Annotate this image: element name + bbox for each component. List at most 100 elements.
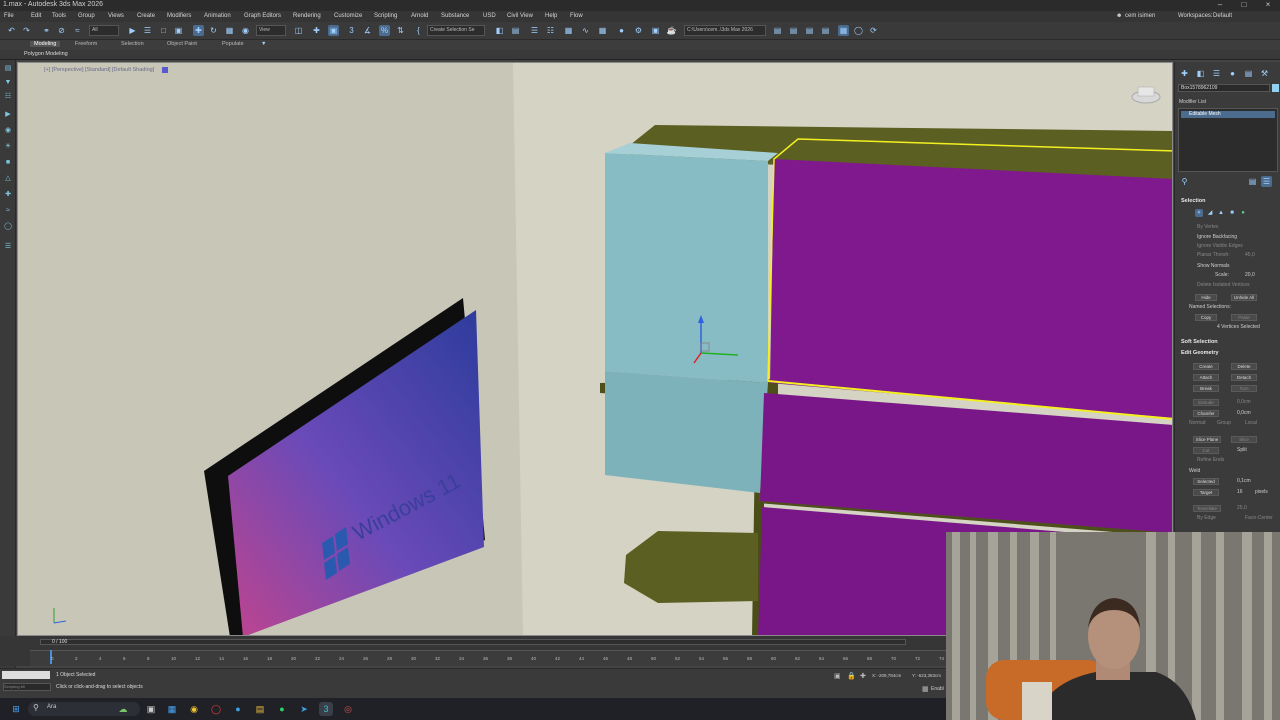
isolate-icon[interactable]: ▣ xyxy=(834,672,841,680)
spotify-icon[interactable]: ● xyxy=(275,702,289,716)
edge-mode-icon[interactable]: ◢ xyxy=(1206,209,1214,217)
render-setup-icon[interactable]: ⚙ xyxy=(633,25,644,36)
show-end-result-icon[interactable]: ☰ xyxy=(1261,176,1272,187)
explorer-icon-taskbar[interactable]: ▤ xyxy=(253,702,267,716)
turn-button[interactable]: Turn xyxy=(1231,385,1257,392)
named-selection-dropdown[interactable]: Create Selection Se xyxy=(427,25,485,36)
menu-substance[interactable]: Substance xyxy=(441,13,469,19)
weld-selected-value[interactable]: 0,1cm xyxy=(1237,478,1251,484)
open-file-icon[interactable]: ▤ xyxy=(772,25,783,36)
3dsmax-icon[interactable]: 3 xyxy=(319,702,333,716)
select-object-icon[interactable]: ▶ xyxy=(127,25,138,36)
grid-icon[interactable]: ▦ xyxy=(922,685,929,693)
motion-tab-icon[interactable]: ● xyxy=(1227,68,1238,79)
align-icon[interactable]: ▤ xyxy=(510,25,521,36)
create-tab-icon[interactable]: ✚ xyxy=(1179,68,1190,79)
unlink-icon[interactable]: ⊘ xyxy=(56,25,67,36)
modify-tab-icon[interactable]: ◧ xyxy=(1195,68,1206,79)
viewport-record-icon[interactable] xyxy=(162,67,168,73)
bone-icon[interactable]: ◯ xyxy=(3,222,13,232)
widgets-icon[interactable]: ☁ xyxy=(116,702,130,716)
archive-icon[interactable]: ▤ xyxy=(820,25,831,36)
face-center-radio[interactable]: Face-Center xyxy=(1245,515,1273,521)
element-mode-icon[interactable]: ● xyxy=(1239,209,1247,217)
viewport-label[interactable]: [+] [Perspective] [Standard] [Default Sh… xyxy=(44,67,154,73)
explorer-icon[interactable]: ▤ xyxy=(3,64,13,74)
configure-sets-icon[interactable]: ▤ xyxy=(1247,176,1258,187)
select-icon[interactable]: ▶ xyxy=(3,110,13,120)
rendered-frame-icon[interactable]: ▣ xyxy=(650,25,661,36)
extrude-button[interactable]: Extrude xyxy=(1193,399,1219,406)
layer-explorer-icon[interactable]: ☷ xyxy=(545,25,556,36)
menu-help[interactable]: Help xyxy=(545,13,557,19)
attach-button[interactable]: Attach xyxy=(1193,374,1219,381)
filter-icon[interactable]: ▼ xyxy=(3,78,13,88)
user-icon[interactable]: ☻ xyxy=(1116,13,1122,19)
delete-isolated-checkbox[interactable]: Delete Isolated Vertices xyxy=(1197,282,1250,288)
vertex-mode-icon[interactable]: ⋄ xyxy=(1195,209,1203,217)
tessellate-button[interactable]: Tessellate xyxy=(1193,505,1221,512)
window-crossing-icon[interactable]: ▣ xyxy=(173,25,184,36)
menu-scripting[interactable]: Scripting xyxy=(374,13,397,19)
chrome-icon[interactable]: ◉ xyxy=(187,702,201,716)
select-manipulate-icon[interactable]: ✚ xyxy=(311,25,322,36)
material-editor-icon[interactable]: ● xyxy=(616,25,627,36)
ignore-visible-edges-checkbox[interactable]: Ignore Visible Edges xyxy=(1197,243,1243,249)
menu-usd[interactable]: USD xyxy=(483,13,496,19)
spinner-snap-icon[interactable]: ⇅ xyxy=(395,25,406,36)
placement-icon[interactable]: ◉ xyxy=(240,25,251,36)
start-icon[interactable]: ⊞ xyxy=(9,702,23,716)
rect-selection-icon[interactable]: □ xyxy=(158,25,169,36)
bind-space-warp-icon[interactable]: ≈ xyxy=(72,25,83,36)
display-tab-icon[interactable]: ▤ xyxy=(1243,68,1254,79)
project-folder-icon[interactable]: ▤ xyxy=(804,25,815,36)
by-edge-radio[interactable]: By Edge xyxy=(1197,515,1216,521)
spacewarp-icon[interactable]: ≈ xyxy=(3,206,13,216)
split-checkbox[interactable]: Split xyxy=(1237,447,1247,453)
selection-rollout-title[interactable]: Selection xyxy=(1181,198,1205,204)
menu-create[interactable]: Create xyxy=(137,13,155,19)
recorder-icon[interactable]: ◎ xyxy=(341,702,355,716)
weld-target-button[interactable]: Target xyxy=(1193,489,1219,496)
create-button[interactable]: Create xyxy=(1193,363,1219,370)
render-production-icon[interactable]: ☕ xyxy=(666,25,677,36)
workspace-select[interactable]: Default xyxy=(1213,13,1232,19)
menu-animation[interactable]: Animation xyxy=(204,13,231,19)
chamfer-value[interactable]: 0,0cm xyxy=(1237,410,1251,416)
group-radio[interactable]: Group xyxy=(1217,420,1231,426)
weld-target-value[interactable]: 16 xyxy=(1237,489,1243,495)
slice-plane-button[interactable]: Slice Plane xyxy=(1193,436,1221,443)
task-view-icon[interactable]: ▣ xyxy=(144,702,158,716)
camera-icon[interactable]: ◉ xyxy=(3,126,13,136)
polygon-mode-icon[interactable]: ■ xyxy=(1228,209,1236,217)
time-slider[interactable] xyxy=(40,639,906,645)
tab-object-paint[interactable]: Object Paint xyxy=(167,41,197,47)
ignore-backfacing-checkbox[interactable]: Ignore Backfacing xyxy=(1197,234,1237,240)
tessellate-value[interactable]: 25,0 xyxy=(1237,505,1247,511)
tab-freeform[interactable]: Freeform xyxy=(75,41,97,47)
delete-button[interactable]: Delete xyxy=(1231,363,1257,370)
hierarchy-icon[interactable]: ☰ xyxy=(3,242,13,252)
snaps-toggle-icon[interactable]: 3 xyxy=(346,25,357,36)
selection-filter-dropdown[interactable]: All xyxy=(89,25,119,36)
menu-civil-view[interactable]: Civil View xyxy=(507,13,533,19)
local-radio[interactable]: Local xyxy=(1245,420,1257,426)
minimize-button[interactable]: – xyxy=(1214,0,1226,11)
geometry-icon[interactable]: ■ xyxy=(3,158,13,168)
hierarchy-tab-icon[interactable]: ☰ xyxy=(1211,68,1222,79)
pivot-center-icon[interactable]: ◫ xyxy=(293,25,304,36)
object-name-field[interactable]: Box1578962109 xyxy=(1178,84,1270,92)
break-button[interactable]: Break xyxy=(1193,385,1219,392)
unhide-all-button[interactable]: Unhide All xyxy=(1231,294,1257,301)
ribbon-toggle-icon[interactable]: ▦ xyxy=(563,25,574,36)
lock-icon[interactable]: 🔒 xyxy=(847,672,856,680)
utilities-tab-icon[interactable]: ⚒ xyxy=(1259,68,1270,79)
refine-ends-checkbox[interactable]: Refine Ends xyxy=(1197,457,1224,463)
edge-icon[interactable]: ● xyxy=(231,702,245,716)
weld-selected-button[interactable]: Selected xyxy=(1193,478,1219,485)
light-icon[interactable]: ☀ xyxy=(3,142,13,152)
select-move-icon[interactable]: ✚ xyxy=(193,25,204,36)
menu-graph-editors[interactable]: Graph Editors xyxy=(244,13,281,19)
enable-status[interactable]: Enabl xyxy=(931,686,944,692)
soft-selection-rollout[interactable]: Soft Selection xyxy=(1181,339,1218,345)
